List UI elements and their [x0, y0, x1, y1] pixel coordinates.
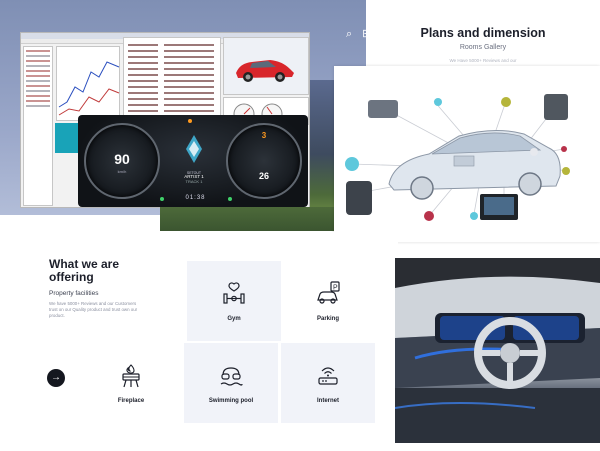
internet-icon — [318, 366, 338, 385]
offering-title: What we are offering — [49, 257, 120, 284]
car-illustration — [388, 129, 561, 200]
swimming-pool-icon — [220, 366, 243, 386]
offering-description: We have 5000+ Reviews and our Customers … — [49, 301, 138, 318]
chart-panel — [56, 46, 120, 121]
facility-tile-gym[interactable]: Gym — [187, 261, 281, 341]
cluster-time: 01:38 — [185, 195, 206, 201]
svg-text:P: P — [333, 284, 338, 291]
olive-node-icon — [501, 97, 511, 107]
plans-subtitle: Rooms Gallery — [459, 44, 507, 51]
right-gauge-value: 26 — [258, 171, 269, 181]
speed-unit: km/h — [117, 169, 127, 174]
green-indicator-icon — [160, 197, 164, 201]
ecu-module-icon — [368, 100, 398, 118]
tree-panel — [23, 46, 53, 206]
facility-tile-parking[interactable]: P Parking — [281, 261, 375, 341]
arrow-right-icon: → — [51, 372, 61, 383]
teal-node-icon — [470, 212, 478, 220]
grey-node-icon — [530, 148, 538, 156]
red-node-icon — [424, 211, 434, 221]
red-car-image — [236, 60, 294, 82]
data-table-panel — [123, 37, 221, 125]
tile-label: Parking — [316, 315, 339, 322]
teal-node-icon — [345, 157, 359, 171]
next-arrow-button[interactable]: → — [47, 369, 65, 387]
car-component-diagram — [334, 66, 600, 242]
cluster-status-text: SETOUT — [186, 171, 202, 175]
gear-value: 3 — [261, 131, 267, 140]
signal-chart — [58, 61, 120, 116]
gym-icon — [223, 281, 245, 304]
plans-title: Plans and dimension — [420, 26, 546, 40]
offering-section: What we are offering Property facilities… — [24, 232, 398, 451]
center-subtitle: TRACK 1 — [185, 179, 203, 184]
property-facilities-label: Property facilities — [49, 290, 99, 297]
sensor-module-icon — [544, 94, 568, 120]
facility-tile-fireplace[interactable]: Fireplace — [84, 343, 178, 423]
car-interior-photo — [395, 258, 600, 443]
facility-tile-swimming-pool[interactable]: Swimming pool — [184, 343, 278, 423]
teal-node-icon — [434, 98, 442, 106]
plans-note: We Have 5000+ Reviews and our — [449, 58, 517, 63]
tile-label: Fireplace — [117, 397, 145, 404]
green-indicator-icon — [228, 197, 232, 201]
instrument-cluster: 90 km/h 3 26 ARTIST 1 TRACK 1 01:38 SETO… — [78, 115, 308, 207]
navigation-icon — [186, 135, 202, 163]
status-indicator — [55, 123, 79, 153]
cluster-center-display: ARTIST 1 TRACK 1 — [174, 129, 214, 189]
red-node-icon — [561, 146, 567, 152]
tile-label: Internet — [316, 397, 339, 404]
search-icon[interactable]: ⌕ — [346, 29, 352, 40]
warning-indicator-icon — [188, 119, 192, 123]
fireplace-icon — [122, 363, 140, 387]
plans-section: Plans and dimension Rooms Gallery We Hav… — [366, 0, 600, 70]
parking-icon: P — [317, 280, 340, 304]
speedometer-gauge: 90 km/h — [84, 123, 160, 199]
tile-label: Gym — [227, 315, 241, 322]
tile-label: Swimming pool — [208, 397, 254, 404]
speed-value: 90 — [114, 151, 130, 167]
olive-node-icon — [562, 167, 570, 175]
garden-image-strip — [160, 207, 336, 231]
tachometer-gauge: 3 26 — [226, 123, 302, 199]
camera-module-icon — [346, 181, 372, 215]
facility-tile-internet[interactable]: Internet — [281, 343, 375, 423]
